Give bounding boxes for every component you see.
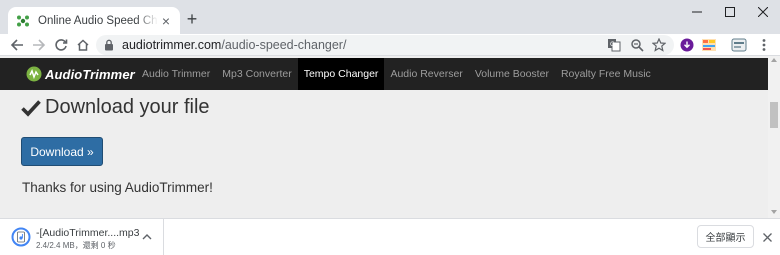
address-bar[interactable]: audiotrimmer.com/audio-speed-changer/ <box>96 35 674 55</box>
nav-mp3-converter[interactable]: Mp3 Converter <box>216 58 297 90</box>
site-navbar: AudioTrimmer Audio Trimmer Mp3 Converter… <box>0 58 768 90</box>
chevron-up-icon[interactable] <box>140 230 154 244</box>
nav-audio-trimmer[interactable]: Audio Trimmer <box>136 58 216 90</box>
reload-icon[interactable] <box>52 36 70 54</box>
new-tab-button[interactable]: + <box>182 9 202 29</box>
maximize-icon[interactable] <box>713 0 747 24</box>
download-button[interactable]: Download » <box>21 137 103 166</box>
site-logo[interactable]: AudioTrimmer <box>26 65 135 83</box>
star-icon[interactable] <box>651 37 667 53</box>
extension-icon[interactable] <box>730 37 748 53</box>
site-nav-items: Audio Trimmer Mp3 Converter Tempo Change… <box>136 58 657 90</box>
back-icon[interactable] <box>8 36 26 54</box>
page-heading: Download your file <box>21 96 210 119</box>
zoom-icon[interactable] <box>629 37 645 53</box>
download-item[interactable]: -[AudioTrimmer....mp3 2.4/2.4 MB，還剩 0 秒 <box>0 219 164 255</box>
download-status: 2.4/2.4 MB，還剩 0 秒 <box>36 241 116 250</box>
audiotrimmer-favicon-icon <box>16 14 30 28</box>
browser-tab[interactable]: Online Audio Speed Changer - × <box>8 7 180 34</box>
forward-icon[interactable] <box>30 36 48 54</box>
home-icon[interactable] <box>74 36 92 54</box>
tab-close-icon[interactable]: × <box>158 13 174 29</box>
download-file-name: -[AudioTrimmer....mp3 <box>36 227 140 239</box>
lock-icon[interactable] <box>104 39 114 51</box>
thanks-message: Thanks for using AudioTrimmer! <box>22 180 213 195</box>
nav-audio-reverser[interactable]: Audio Reverser <box>384 58 468 90</box>
tab-strip: Online Audio Speed Changer - × + <box>0 0 780 34</box>
menu-icon[interactable] <box>755 37 773 53</box>
download-shelf: -[AudioTrimmer....mp3 2.4/2.4 MB，還剩 0 秒 … <box>0 218 780 255</box>
page-scrollbar[interactable] <box>768 56 780 218</box>
nav-royalty-free-music[interactable]: Royalty Free Music <box>555 58 657 90</box>
logo-text: AudioTrimmer <box>45 66 135 82</box>
profile-download-icon[interactable] <box>678 37 696 53</box>
svg-text:G: G <box>610 41 615 48</box>
close-shelf-icon[interactable] <box>760 230 774 244</box>
translate-icon[interactable]: G <box>606 37 622 53</box>
page-viewport: AudioTrimmer Audio Trimmer Mp3 Converter… <box>0 56 768 218</box>
nav-volume-booster[interactable]: Volume Booster <box>469 58 555 90</box>
checkmark-icon <box>21 99 41 117</box>
browser-toolbar: audiotrimmer.com/audio-speed-changer/ G <box>0 34 780 56</box>
url-host: audiotrimmer.com <box>122 38 222 52</box>
logo-icon <box>26 66 42 82</box>
heading-text: Download your file <box>45 96 210 118</box>
extension-icon[interactable] <box>700 37 718 53</box>
window-close-icon[interactable] <box>746 0 780 24</box>
scroll-up-arrow-icon[interactable] <box>771 58 777 62</box>
url-path: /audio-speed-changer/ <box>221 38 347 52</box>
scrollbar-thumb[interactable] <box>770 102 778 128</box>
nav-tempo-changer[interactable]: Tempo Changer <box>297 58 385 90</box>
minimize-icon[interactable] <box>680 0 714 24</box>
show-all-button[interactable]: 全部顯示 <box>697 225 754 248</box>
file-progress-icon <box>11 227 31 247</box>
scroll-down-arrow-icon[interactable] <box>771 210 777 214</box>
tab-title: Online Audio Speed Changer - <box>38 14 158 27</box>
